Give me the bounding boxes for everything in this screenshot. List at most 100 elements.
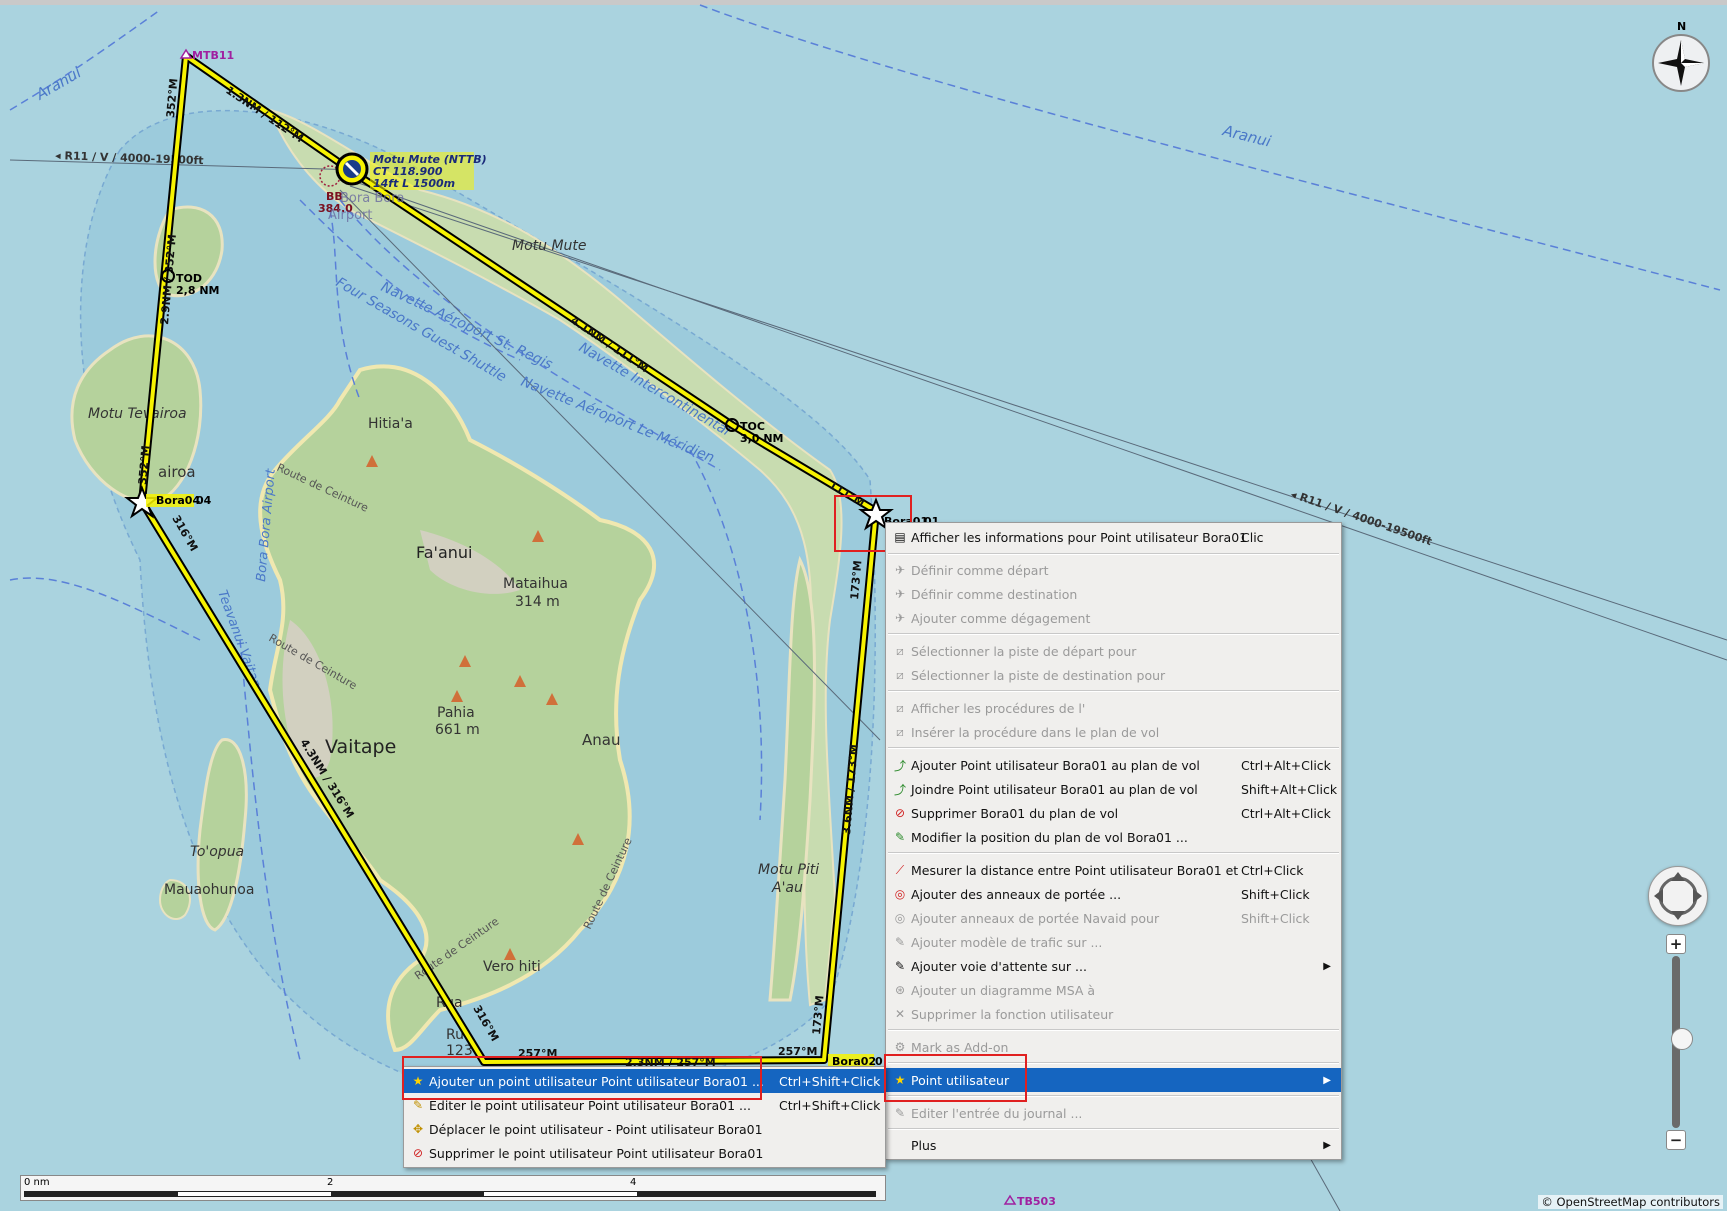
menu-item-shortcut: Clic bbox=[1241, 529, 1264, 545]
zoom-track[interactable] bbox=[1671, 956, 1693, 1128]
scale-bar-ruler bbox=[24, 1191, 876, 1197]
route-add-icon: ⤴ bbox=[893, 758, 906, 773]
menu-item-3[interactable]: ✈ Définir comme destination bbox=[886, 582, 1341, 606]
departure-icon: ✈ bbox=[894, 563, 906, 577]
place-label-hitiaa: Hitia'a bbox=[368, 416, 413, 432]
menu-item-shortcut: Shift+Alt+Click bbox=[1241, 781, 1338, 797]
delete-icon: ⊘ bbox=[894, 806, 906, 820]
airport-sub-label: Airport bbox=[328, 208, 373, 223]
userpoint-move-icon: ✥ bbox=[412, 1122, 424, 1136]
menu-item-19[interactable]: ✕ Supprimer la fonction utilisateur bbox=[886, 1002, 1341, 1026]
menu-item-9[interactable]: ⤴ Ajouter Point utilisateur Bora01 au pla… bbox=[886, 753, 1341, 777]
menu-item-label: Définir comme destination bbox=[911, 586, 1078, 602]
userpoint-edit-icon: ✎ bbox=[412, 1098, 424, 1112]
place-label-faanui: Fa'anui bbox=[416, 543, 472, 562]
map-canvas[interactable]: Aranui Aranui ◂ R11 / V / 4000-19500ft ◂… bbox=[0, 0, 1727, 1211]
scale-label-2: 2 bbox=[327, 1177, 334, 1188]
zoom-in-button[interactable]: + bbox=[1666, 934, 1686, 954]
zoom-out-button[interactable]: − bbox=[1666, 1130, 1686, 1150]
menu-item-shortcut: Ctrl+Alt+Click bbox=[1241, 757, 1331, 773]
menu-separator bbox=[888, 852, 1339, 854]
context-menu: ▤ Afficher les informations pour Point ut… bbox=[885, 522, 1342, 1160]
menu-item-21[interactable]: ★ Point utilisateur ▶ bbox=[886, 1068, 1341, 1092]
menu-item-10[interactable]: ⤴ Joindre Point utilisateur Bora01 au pla… bbox=[886, 777, 1341, 801]
userpoint-submenu: ★ Ajouter un point utilisateur Point util… bbox=[403, 1066, 886, 1168]
toc-distance: 3,0 NM bbox=[740, 432, 783, 445]
menu-item-14[interactable]: ◎ Ajouter des anneaux de portée ... Shift+… bbox=[886, 882, 1341, 906]
userpoint-star-icon: ★ bbox=[894, 1073, 906, 1087]
menu-separator bbox=[888, 1029, 1339, 1031]
submenu-item-1[interactable]: ★ Ajouter un point utilisateur Point util… bbox=[404, 1069, 885, 1093]
addon-icon: ⚙ bbox=[894, 1040, 906, 1054]
menu-item-label: Modifier la position du plan de vol Bora… bbox=[911, 829, 1188, 845]
route-append-icon: ⤴ bbox=[893, 782, 906, 797]
menu-separator bbox=[888, 747, 1339, 749]
place-label-vero-hiti: Vero hiti bbox=[483, 959, 541, 975]
menu-item-18[interactable]: ⊛ Ajouter un diagramme MSA à bbox=[886, 978, 1341, 1002]
menu-item-label: Ajouter un diagramme MSA à bbox=[911, 982, 1096, 998]
place-label-pahia-elev: 661 m bbox=[435, 722, 480, 738]
menu-separator bbox=[888, 1128, 1339, 1130]
menu-item-20[interactable]: ⚙ Mark as Add-on bbox=[886, 1035, 1341, 1059]
menu-separator bbox=[888, 1095, 1339, 1097]
submenu-arrow-icon: ▶ bbox=[1323, 1139, 1331, 1151]
submenu-item-3[interactable]: ✥ Déplacer le point utilisateur - Point u… bbox=[404, 1117, 885, 1141]
pan-control[interactable] bbox=[1648, 866, 1708, 926]
zoom-slider-knob[interactable] bbox=[1671, 1028, 1693, 1050]
pan-arrows-icon bbox=[1654, 872, 1702, 920]
menu-item-2[interactable]: ✈ Définir comme départ bbox=[886, 558, 1341, 582]
menu-item-17[interactable]: ✎ Ajouter voie d'attente sur ... ▶ bbox=[886, 954, 1341, 978]
place-label-ru-elev: 123 bbox=[446, 1043, 473, 1059]
tod-distance: 2,8 NM bbox=[176, 284, 219, 297]
menu-item-4[interactable]: ✈ Ajouter comme dégagement bbox=[886, 606, 1341, 630]
menu-item-label: Plus bbox=[911, 1137, 937, 1153]
menu-item-12[interactable]: ✎ Modifier la position du plan de vol Bor… bbox=[886, 825, 1341, 849]
menu-item-13[interactable]: ⟋ Mesurer la distance entre Point utilisa… bbox=[886, 858, 1341, 882]
submenu-item-label: Editer le point utilisateur Point utilis… bbox=[429, 1097, 751, 1113]
menu-item-shortcut: Ctrl+Click bbox=[1241, 862, 1304, 878]
menu-item-8[interactable]: ⧄ Insérer la procédure dans le plan de vo… bbox=[886, 720, 1341, 744]
menu-item-5[interactable]: ⧄ Sélectionner la piste de départ pour bbox=[886, 639, 1341, 663]
menu-item-label: Point utilisateur bbox=[911, 1072, 1010, 1088]
place-label-mataihua-elev: 314 m bbox=[515, 594, 560, 610]
bora04-suffix: 04 bbox=[196, 494, 212, 507]
menu-item-label: Ajouter anneaux de portée Navaid pour bbox=[911, 910, 1160, 926]
menu-item-label: Sélectionner la piste de destination pou… bbox=[911, 667, 1166, 683]
submenu-arrow-icon: ▶ bbox=[1323, 1074, 1331, 1086]
menu-item-label: Ajouter Point utilisateur Bora01 au plan… bbox=[911, 757, 1200, 773]
more-icon bbox=[892, 1137, 908, 1153]
menu-item-label: Ajouter modèle de trafic sur ... bbox=[911, 934, 1103, 950]
place-label-aau: A'au bbox=[771, 880, 803, 896]
compass-star-icon bbox=[1658, 40, 1704, 86]
menu-item-16[interactable]: ✎ Ajouter modèle de trafic sur ... bbox=[886, 930, 1341, 954]
submenu-item-shortcut: Ctrl+Shift+Click bbox=[779, 1073, 881, 1089]
menu-separator bbox=[888, 1062, 1339, 1064]
measure-icon: ⟋ bbox=[895, 862, 905, 877]
menu-item-11[interactable]: ⊘ Supprimer Bora01 du plan de vol Ctrl+Alt… bbox=[886, 801, 1341, 825]
place-label-motu-mute: Motu Mute bbox=[512, 238, 587, 254]
menu-separator bbox=[888, 553, 1339, 555]
menu-separator bbox=[888, 633, 1339, 635]
place-label-vaitape: Vaitape bbox=[325, 736, 396, 758]
menu-item-23[interactable]: Plus ▶ bbox=[886, 1133, 1341, 1157]
submenu-item-4[interactable]: ⊘ Supprimer le point utilisateur Point ut… bbox=[404, 1141, 885, 1165]
compass-rose[interactable] bbox=[1652, 34, 1710, 92]
menu-item-15[interactable]: ◎ Ajouter anneaux de portée Navaid pour Sh… bbox=[886, 906, 1341, 930]
map-attribution[interactable]: © OpenStreetMap contributors bbox=[1538, 1195, 1723, 1209]
menu-item-7[interactable]: ⧄ Afficher les procédures de l' bbox=[886, 696, 1341, 720]
traffic-pattern-icon: ✎ bbox=[894, 935, 906, 949]
submenu-item-label: Supprimer le point utilisateur Point uti… bbox=[429, 1145, 764, 1161]
procedure-icon: ⧄ bbox=[896, 700, 904, 715]
menu-item-1[interactable]: ▤ Afficher les informations pour Point ut… bbox=[886, 525, 1341, 549]
zoom-control[interactable]: + − bbox=[1666, 934, 1693, 1150]
menu-item-6[interactable]: ⧄ Sélectionner la piste de destination po… bbox=[886, 663, 1341, 687]
userpoint-delete-icon: ⊘ bbox=[412, 1146, 424, 1160]
menu-item-label: Afficher les procédures de l' bbox=[911, 700, 1086, 716]
info-icon: ▤ bbox=[894, 530, 906, 544]
leg-label-7: 257°M bbox=[778, 1045, 817, 1058]
submenu-item-2[interactable]: ✎ Editer le point utilisateur Point utili… bbox=[404, 1093, 885, 1117]
bora04-label: Bora04 bbox=[156, 494, 200, 507]
menu-item-label: Supprimer la fonction utilisateur bbox=[911, 1006, 1114, 1022]
menu-item-22[interactable]: ✎ Editer l'entrée du journal ... bbox=[886, 1101, 1341, 1125]
menu-item-label: Ajouter comme dégagement bbox=[911, 610, 1091, 626]
